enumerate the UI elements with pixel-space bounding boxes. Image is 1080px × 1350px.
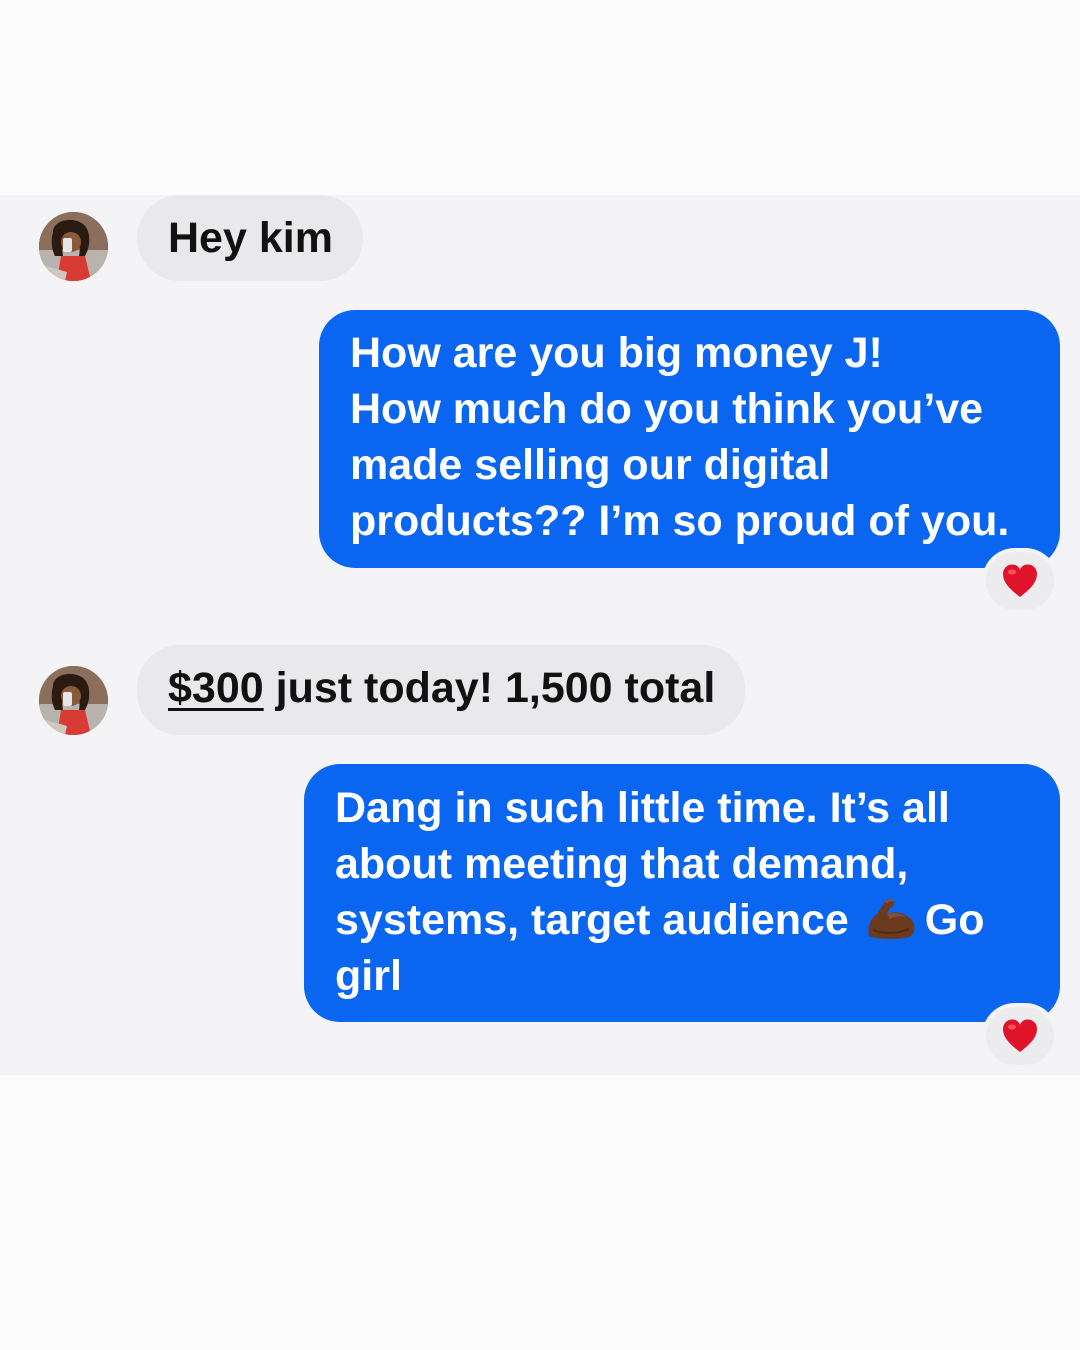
message-line: How much do you think you’ve xyxy=(350,385,984,433)
message-text: Go xyxy=(924,896,985,944)
heart-reaction[interactable] xyxy=(986,1007,1054,1065)
message-text: Hey kim xyxy=(168,214,333,262)
message-line: made selling our digital xyxy=(350,441,831,489)
message-text: just today! 1,500 total xyxy=(263,664,716,712)
contact-avatar[interactable] xyxy=(39,666,108,735)
heart-icon xyxy=(1003,1019,1037,1052)
message-line: systems, target audience Go xyxy=(335,892,1040,948)
message-line: Dang in such little time. It’s all xyxy=(335,784,950,832)
message-text: systems, target audience xyxy=(335,896,849,944)
flexed-biceps-icon xyxy=(863,896,919,940)
message-line: products?? I’m so proud of you. xyxy=(350,497,1010,545)
outgoing-message-bubble[interactable]: How are you big money J! How much do you… xyxy=(319,310,1060,568)
chat-thread: Hey kim How are you big money J! How muc… xyxy=(0,195,1080,1075)
heart-reaction[interactable] xyxy=(986,552,1054,610)
incoming-message-bubble[interactable]: Hey kim xyxy=(137,195,363,281)
contact-avatar[interactable] xyxy=(39,212,108,281)
heart-icon xyxy=(1003,564,1037,597)
message-line: How are you big money J! xyxy=(350,329,883,377)
message-line: girl xyxy=(335,952,402,1000)
outgoing-message-bubble[interactable]: Dang in such little time. It’s all about… xyxy=(304,764,1060,1022)
amount-link[interactable]: $300 xyxy=(168,664,264,712)
message-line: about meeting that demand, xyxy=(335,840,909,888)
incoming-message-bubble[interactable]: $300 just today! 1,500 total xyxy=(137,645,746,735)
